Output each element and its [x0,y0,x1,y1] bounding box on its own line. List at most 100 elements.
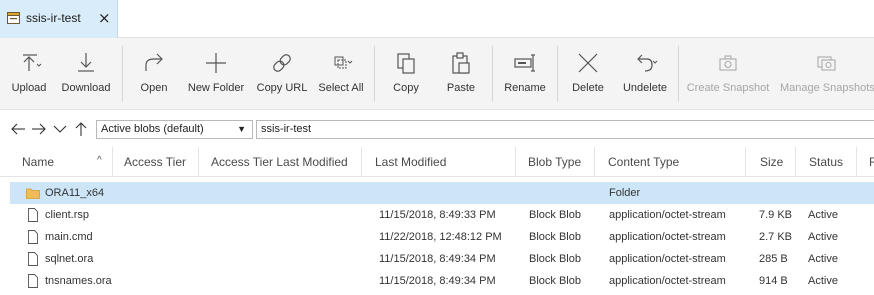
copy-url-label: Copy URL [256,82,308,94]
blob-filter-dropdown[interactable]: Active blobs (default) ▼ [96,120,253,139]
column-header-row: Name ^ Access Tier Access Tier Last Modi… [0,147,874,177]
row-name: ORA11_x64 [45,187,105,199]
container-icon [7,12,20,24]
back-arrow-icon[interactable] [10,121,26,137]
row-size: 7.9 KB [759,209,793,221]
row-last-modified: 11/15/2018, 8:49:33 PM [379,209,496,221]
undelete-button[interactable]: Undelete [618,38,672,110]
toolbar-divider [557,46,558,102]
forward-arrow-icon[interactable] [31,121,47,137]
column-divider[interactable] [515,147,516,177]
copy-icon [397,53,415,74]
delete-x-icon [578,53,598,73]
column-divider[interactable] [856,147,857,177]
camera-icon [719,55,737,71]
rename-label: Rename [504,82,546,94]
manage-snapshots-button[interactable]: Manage Snapshots [780,38,874,110]
path-input[interactable]: ssis-ir-test [256,120,874,139]
rename-icon [514,54,535,72]
row-content-type: Folder [609,187,641,199]
column-divider[interactable] [361,147,362,177]
create-snapshot-label: Create Snapshot [686,82,770,94]
chevron-down-icon[interactable] [52,121,68,137]
toolbar-divider [678,46,679,102]
row-blob-type: Block Blob [529,253,581,265]
row-content-type: application/octet-stream [609,231,726,243]
undo-icon [637,54,658,72]
column-content-type[interactable]: Content Type [608,147,679,177]
column-divider[interactable] [112,147,113,177]
undelete-label: Undelete [622,82,668,94]
column-size[interactable]: Size [760,147,783,177]
paste-button[interactable]: Paste [438,38,484,110]
create-snapshot-button[interactable]: Create Snapshot [686,38,770,110]
column-divider[interactable] [594,147,595,177]
column-last-modified[interactable]: Last Modified [375,147,446,177]
row-blob-type: Block Blob [529,231,581,243]
file-icon [28,252,38,266]
row-blob-type: Block Blob [529,275,581,287]
row-name: main.cmd [45,231,93,243]
new-folder-label: New Folder [187,82,245,94]
table-row[interactable]: sqlnet.ora 11/15/2018, 8:49:34 PM Block … [10,248,874,270]
column-divider[interactable] [745,147,746,177]
toolbar-divider [492,46,493,102]
paste-label: Paste [446,82,476,94]
row-size: 2.7 KB [759,231,793,243]
toolbar: Upload Download Open New Folder Copy URL… [0,38,874,110]
folder-icon [26,188,40,199]
copy-url-button[interactable]: Copy URL [254,38,310,110]
select-all-label: Select All [318,82,364,94]
table-row[interactable]: main.cmd 11/22/2018, 12:48:12 PM Block B… [10,226,874,248]
row-blob-type: Block Blob [529,209,581,221]
row-content-type: application/octet-stream [609,209,726,221]
row-content-type: application/octet-stream [609,253,726,265]
column-divider[interactable] [795,147,796,177]
blob-filter-value: Active blobs (default) [101,123,204,135]
upload-label: Upload [11,82,47,94]
column-blob-type[interactable]: Blob Type [528,147,581,177]
file-icon [28,208,38,222]
row-status: Active [808,231,838,243]
up-arrow-icon[interactable] [73,121,89,137]
toolbar-divider [122,46,123,102]
column-r[interactable]: R [869,147,874,177]
link-icon [273,54,291,72]
snapshots-icon [817,56,836,71]
download-icon [78,53,94,72]
open-button[interactable]: Open [132,38,176,110]
table-row[interactable]: ORA11_x64 Folder [10,182,874,204]
tab-ssis-ir-test[interactable]: ssis-ir-test × [0,0,118,38]
row-name: sqlnet.ora [45,253,94,265]
tab-title: ssis-ir-test [26,11,81,25]
column-access-tier[interactable]: Access Tier [124,147,186,177]
row-last-modified: 11/22/2018, 12:48:12 PM [379,231,502,243]
download-button[interactable]: Download [58,38,114,110]
file-icon [28,274,38,288]
new-folder-button[interactable]: New Folder [184,38,248,110]
table-row[interactable]: tnsnames.ora 11/15/2018, 8:49:34 PM Bloc… [10,270,874,292]
open-label: Open [140,82,168,94]
select-all-icon [334,56,353,69]
row-size: 914 B [759,275,788,287]
sort-ascending-icon: ^ [97,155,102,166]
table-row[interactable]: client.rsp 11/15/2018, 8:49:33 PM Block … [10,204,874,226]
column-divider[interactable] [198,147,199,177]
select-all-button[interactable]: Select All [316,38,366,110]
manage-snapshots-label: Manage Snapshots [780,82,874,94]
row-status: Active [808,253,838,265]
row-status: Active [808,209,838,221]
upload-button[interactable]: Upload [6,38,52,110]
close-icon[interactable]: × [98,8,111,28]
row-name: client.rsp [45,209,90,221]
delete-button[interactable]: Delete [566,38,610,110]
row-status: Active [808,275,838,287]
copy-button[interactable]: Copy [384,38,428,110]
column-status[interactable]: Status [809,147,843,177]
row-name: tnsnames.ora [45,275,112,287]
paste-icon [452,52,470,74]
column-access-tier-last-modified[interactable]: Access Tier Last Modified [211,147,348,177]
plus-icon [206,53,226,73]
rename-button[interactable]: Rename [500,38,550,110]
download-label: Download [61,82,111,94]
